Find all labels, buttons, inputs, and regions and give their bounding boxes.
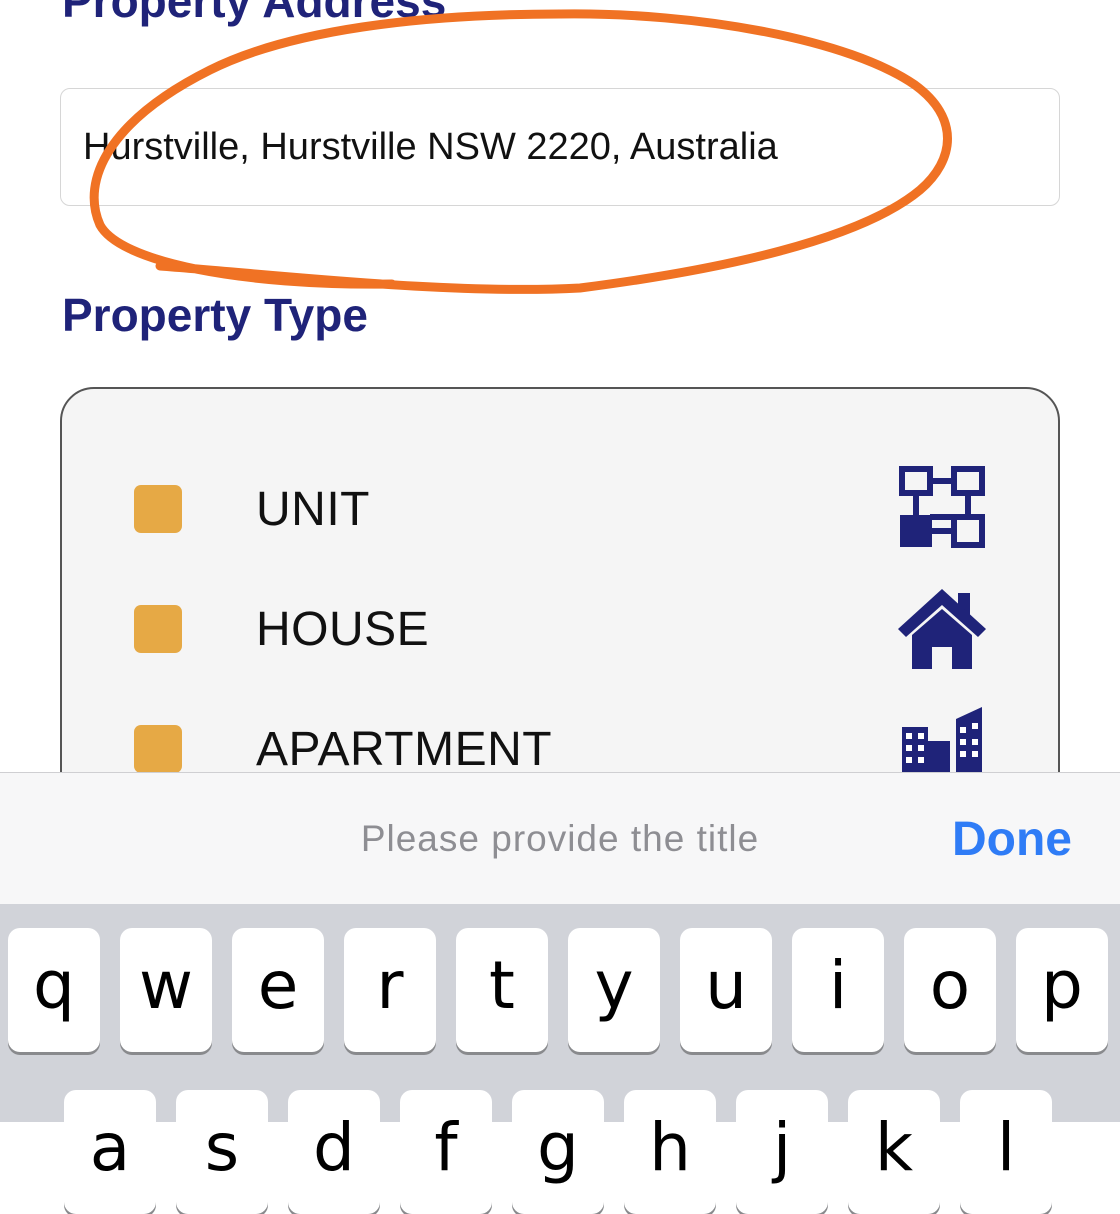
key-r[interactable]: r: [344, 928, 436, 1052]
unit-checkbox[interactable]: [134, 485, 182, 533]
floor-plan-icon: [894, 461, 990, 557]
type-option-house[interactable]: HOUSE: [62, 589, 1058, 669]
key-p[interactable]: p: [1016, 928, 1108, 1052]
key-w[interactable]: w: [120, 928, 212, 1052]
type-option-unit[interactable]: UNIT: [62, 466, 1058, 549]
key-i[interactable]: i: [792, 928, 884, 1052]
key-a[interactable]: a: [64, 1090, 156, 1214]
on-screen-keyboard: q w e r t y u i o p a s d f g h j k l: [0, 904, 1120, 1214]
key-y[interactable]: y: [568, 928, 660, 1052]
key-u[interactable]: u: [680, 928, 772, 1052]
key-j[interactable]: j: [736, 1090, 828, 1214]
type-label: HOUSE: [256, 602, 430, 656]
apartment-checkbox[interactable]: [134, 725, 182, 773]
address-value: Hurstville, Hurstville NSW 2220, Austral…: [83, 125, 778, 168]
key-g[interactable]: g: [512, 1090, 604, 1214]
type-label: APARTMENT: [256, 722, 553, 776]
key-o[interactable]: o: [904, 928, 996, 1052]
key-h[interactable]: h: [624, 1090, 716, 1214]
type-label: UNIT: [256, 482, 370, 536]
key-t[interactable]: t: [456, 928, 548, 1052]
keyboard-accessory-bar: Please provide the title Done: [0, 772, 1120, 904]
key-k[interactable]: k: [848, 1090, 940, 1214]
key-e[interactable]: e: [232, 928, 324, 1052]
key-q[interactable]: q: [8, 928, 100, 1052]
property-address-heading: Property Address: [62, 0, 447, 27]
property-address-input[interactable]: Hurstville, Hurstville NSW 2220, Austral…: [60, 88, 1060, 206]
house-icon: [894, 581, 990, 677]
key-d[interactable]: d: [288, 1090, 380, 1214]
house-checkbox[interactable]: [134, 605, 182, 653]
property-type-heading: Property Type: [62, 289, 368, 341]
key-l[interactable]: l: [960, 1090, 1052, 1214]
key-s[interactable]: s: [176, 1090, 268, 1214]
done-button[interactable]: Done: [952, 773, 1072, 905]
key-f[interactable]: f: [400, 1090, 492, 1214]
